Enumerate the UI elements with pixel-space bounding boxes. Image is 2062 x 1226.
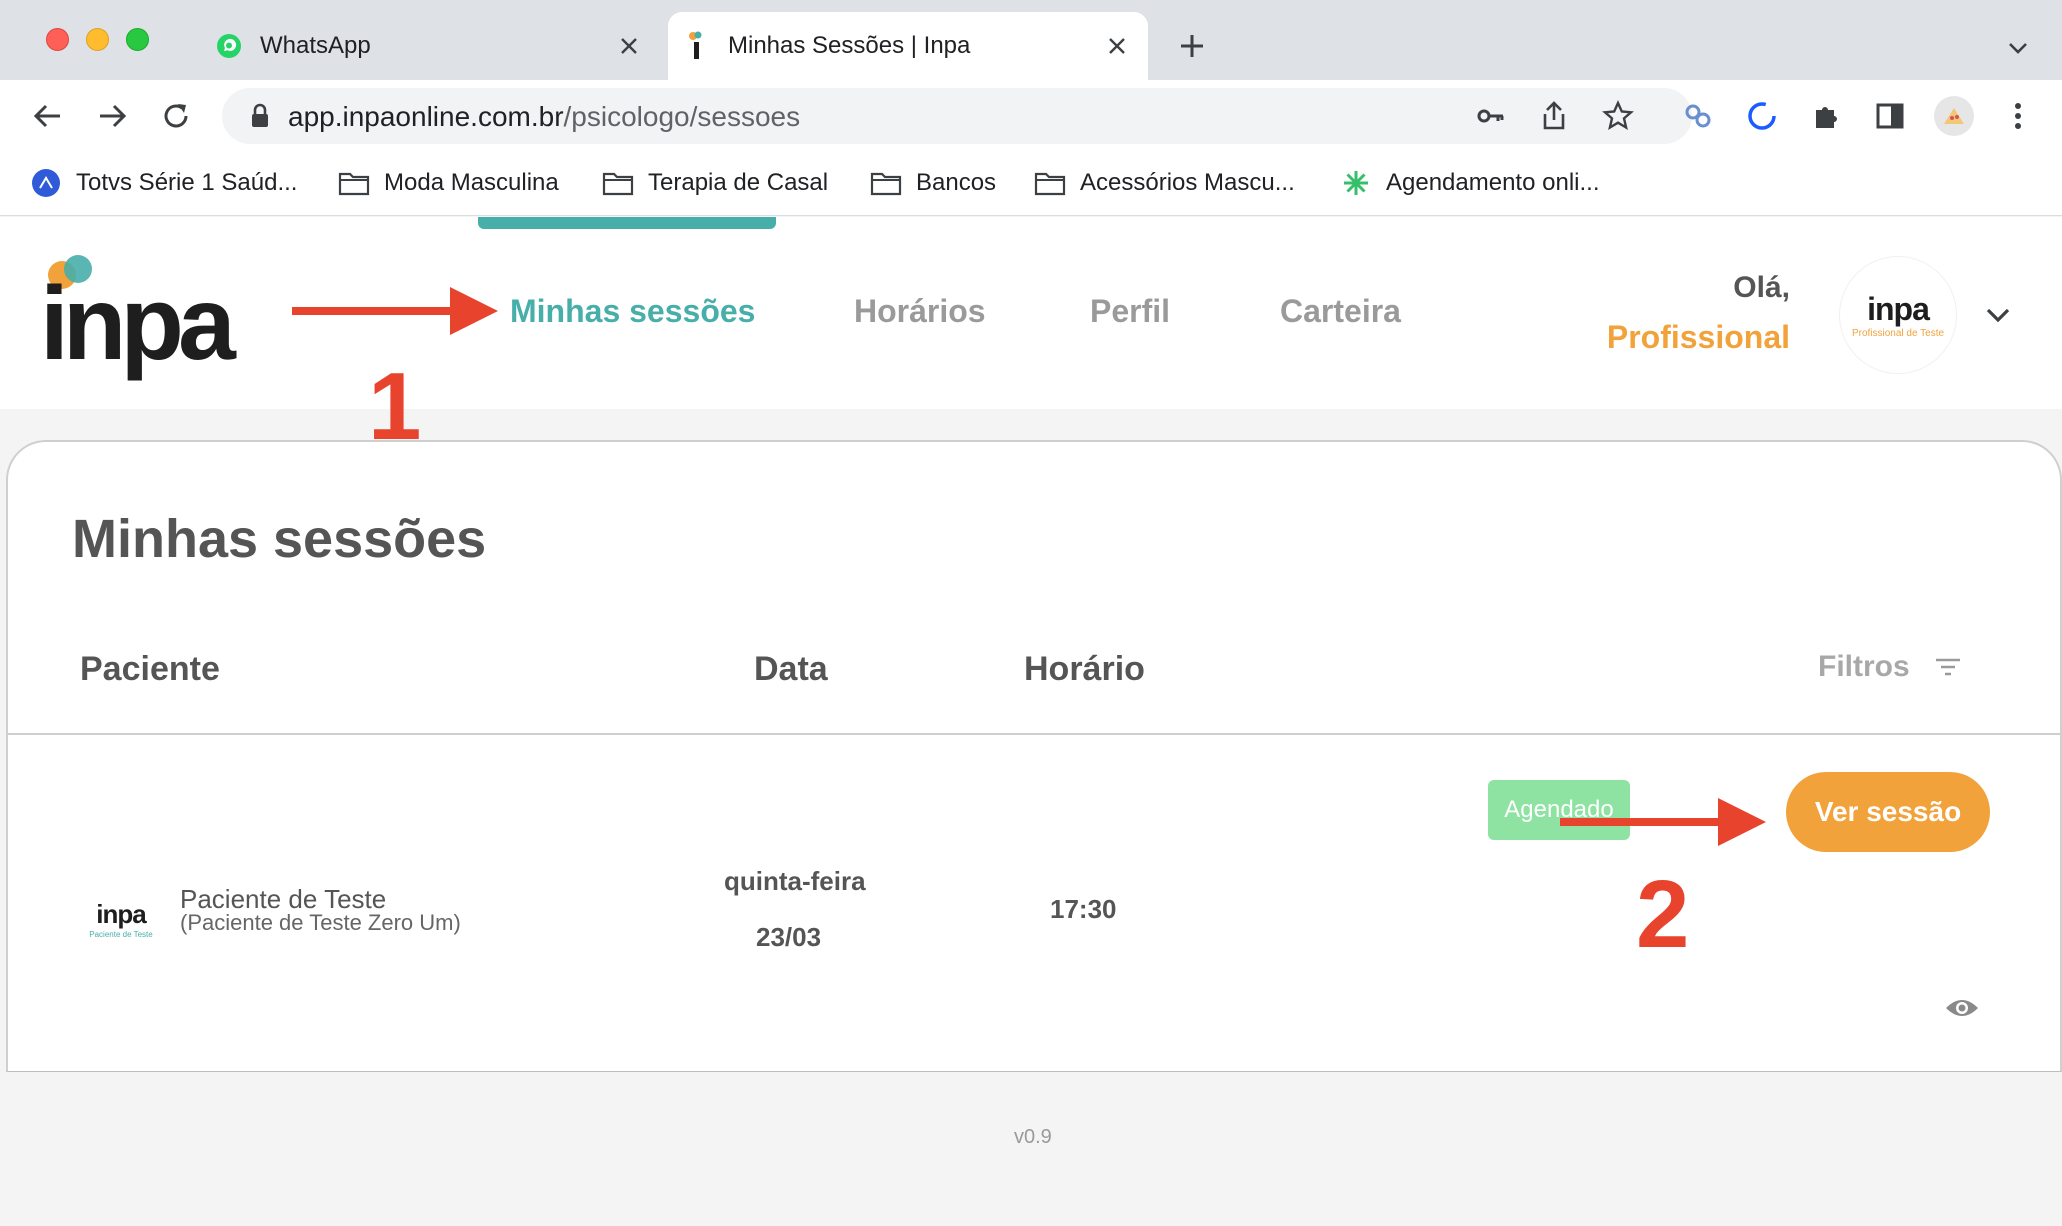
annotation-number-1: 1 bbox=[368, 353, 422, 460]
patient-full-name: (Paciente de Teste Zero Um) bbox=[180, 910, 461, 935]
column-header-date: Data bbox=[754, 650, 828, 688]
forward-arrow-icon[interactable] bbox=[92, 96, 132, 136]
address-bar[interactable]: app.inpaonline.com.br/psicologo/sessoes bbox=[222, 88, 1692, 144]
sessions-card: Minhas sessões Paciente Data Horário Fil… bbox=[6, 440, 2062, 1072]
circle-extension-icon[interactable] bbox=[1742, 96, 1782, 136]
header-divider bbox=[8, 733, 2060, 735]
column-header-patient: Paciente bbox=[80, 650, 220, 688]
nav-carteira[interactable]: Carteira bbox=[1280, 293, 1401, 330]
eye-icon[interactable] bbox=[1944, 994, 1980, 1022]
profile-avatar-icon[interactable] bbox=[1934, 96, 1974, 136]
bookmark-acessorios[interactable]: Acessórios Mascu... bbox=[1034, 164, 1295, 202]
window-zoom-button[interactable] bbox=[126, 28, 149, 51]
new-tab-icon[interactable] bbox=[1172, 26, 1212, 66]
key-icon[interactable] bbox=[1472, 98, 1508, 134]
browser-tab-bar: WhatsApp Minhas Sessões | Inpa bbox=[0, 0, 2062, 80]
url-text: app.inpaonline.com.br/psicologo/sessoes bbox=[288, 101, 801, 132]
whatsapp-icon bbox=[214, 31, 244, 61]
chevron-down-icon[interactable] bbox=[1980, 297, 2016, 333]
inpa-favicon bbox=[682, 31, 712, 61]
tab-title: Minhas Sessões | Inpa bbox=[728, 32, 971, 59]
active-nav-indicator bbox=[478, 217, 776, 229]
bookmark-terapia-de-casal[interactable]: Terapia de Casal bbox=[602, 164, 828, 202]
bookmark-moda-masculina[interactable]: Moda Masculina bbox=[338, 164, 559, 202]
filters-button[interactable]: Filtros bbox=[1818, 650, 1962, 684]
bookmark-star-icon[interactable] bbox=[1600, 98, 1636, 134]
tab-title: WhatsApp bbox=[260, 32, 371, 59]
browser-toolbar: app.inpaonline.com.br/psicologo/sessoes bbox=[0, 80, 2062, 152]
bookmark-agendamento[interactable]: Agendamento onli... bbox=[1340, 164, 1599, 202]
window-close-button[interactable] bbox=[46, 28, 69, 51]
session-weekday: quinta-feira bbox=[724, 866, 866, 896]
app-header: inpa Minhas sessões Horários Perfil Cart… bbox=[0, 217, 2062, 409]
back-arrow-icon[interactable] bbox=[28, 96, 68, 136]
nav-horarios[interactable]: Horários bbox=[854, 293, 986, 330]
nav-perfil[interactable]: Perfil bbox=[1090, 293, 1170, 330]
tab-search-chevron-icon[interactable] bbox=[2000, 30, 2036, 66]
filter-icon bbox=[1935, 658, 1960, 676]
asterisk-icon bbox=[1340, 167, 1372, 199]
folder-icon bbox=[602, 167, 634, 199]
folder-icon bbox=[338, 167, 370, 199]
close-tab-icon[interactable] bbox=[612, 29, 646, 63]
bookmark-totvs[interactable]: Totvs Série 1 Saúd... bbox=[30, 164, 297, 202]
ver-sessao-button[interactable]: Ver sessão bbox=[1786, 772, 1990, 852]
totvs-icon bbox=[30, 167, 62, 199]
annotation-number-2: 2 bbox=[1636, 861, 1690, 968]
window-minimize-button[interactable] bbox=[86, 28, 109, 51]
folder-icon bbox=[870, 167, 902, 199]
page-title: Minhas sessões bbox=[72, 509, 487, 569]
reload-icon[interactable] bbox=[156, 96, 196, 136]
app-version: v0.9 bbox=[1014, 1126, 1052, 1148]
patient-avatar: inpa Paciente de Teste bbox=[89, 899, 153, 939]
status-badge: Agendado bbox=[1488, 780, 1630, 840]
puzzle-extensions-icon[interactable] bbox=[1806, 96, 1846, 136]
link-extension-icon[interactable] bbox=[1678, 96, 1718, 136]
inpa-logo[interactable]: inpa bbox=[40, 235, 290, 405]
user-greeting: Olá, Profissional bbox=[1606, 271, 1790, 355]
bookmark-bancos[interactable]: Bancos bbox=[870, 164, 996, 202]
session-time: 17:30 bbox=[1050, 894, 1117, 924]
folder-icon bbox=[1034, 167, 1066, 199]
column-header-time: Horário bbox=[1024, 650, 1145, 688]
side-panel-icon[interactable] bbox=[1870, 96, 1910, 136]
close-tab-icon[interactable] bbox=[1100, 29, 1134, 63]
lock-icon bbox=[252, 103, 268, 127]
share-icon[interactable] bbox=[1536, 98, 1572, 134]
user-avatar[interactable]: inpa Profissional de Teste bbox=[1840, 257, 1956, 373]
svg-text:inpa: inpa bbox=[40, 266, 237, 382]
tab-whatsapp[interactable]: WhatsApp bbox=[200, 12, 660, 80]
tab-minhas-sessoes[interactable]: Minhas Sessões | Inpa bbox=[668, 12, 1148, 80]
bookmarks-bar: Totvs Série 1 Saúd... Moda Masculina Ter… bbox=[0, 152, 2062, 216]
nav-minhas-sessoes[interactable]: Minhas sessões bbox=[510, 293, 755, 330]
session-date: 23/03 bbox=[756, 922, 822, 952]
browser-menu-icon[interactable] bbox=[1998, 96, 2038, 136]
